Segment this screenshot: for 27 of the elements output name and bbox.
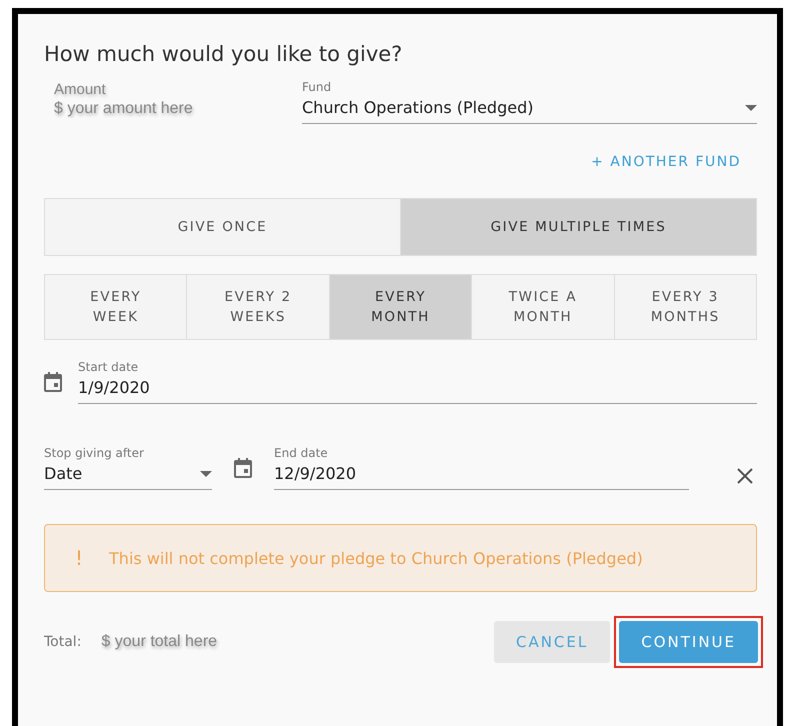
fund-label: Fund: [302, 80, 332, 94]
start-date-field[interactable]: 1/9/2020: [78, 374, 757, 404]
calendar-icon: [234, 458, 252, 478]
calendar-icon: [44, 372, 62, 392]
close-icon[interactable]: [737, 468, 753, 484]
start-date-label: Start date: [78, 360, 140, 374]
give-mode-tab[interactable]: GIVE ONCE: [45, 199, 400, 255]
stop-after-label: Stop giving after: [44, 446, 145, 460]
amount-label: Amount: [54, 81, 107, 98]
dropdown-caret-icon: [745, 104, 757, 110]
warning-text: This will not complete your pledge to Church Operations (Pledged): [109, 548, 643, 568]
frequency-tab[interactable]: TWICE A MONTH: [471, 275, 614, 339]
warning-icon: !: [75, 546, 84, 570]
frequency-tab[interactable]: EVERY WEEK: [45, 275, 186, 339]
end-date-field[interactable]: 12/9/2020: [274, 460, 689, 490]
frequency-tab[interactable]: EVERY 3 MONTHS: [614, 275, 756, 339]
frequency-tab[interactable]: EVERY 2 WEEKS: [186, 275, 329, 339]
amount-field[interactable]: $ your amount here: [54, 100, 224, 118]
give-mode-tab[interactable]: GIVE MULTIPLE TIMES: [400, 199, 756, 255]
total-field[interactable]: $ your total here: [101, 633, 262, 651]
fund-dropdown[interactable]: Church Operations (Pledged): [302, 94, 757, 124]
dialog-title: How much would you like to give?: [44, 42, 404, 66]
dropdown-caret-icon: [200, 470, 212, 476]
end-date-label: End date: [274, 446, 329, 460]
total-label: Total:: [44, 634, 82, 650]
stop-after-dropdown[interactable]: Date: [44, 460, 212, 490]
frequency-tab[interactable]: EVERY MONTH: [328, 275, 472, 339]
